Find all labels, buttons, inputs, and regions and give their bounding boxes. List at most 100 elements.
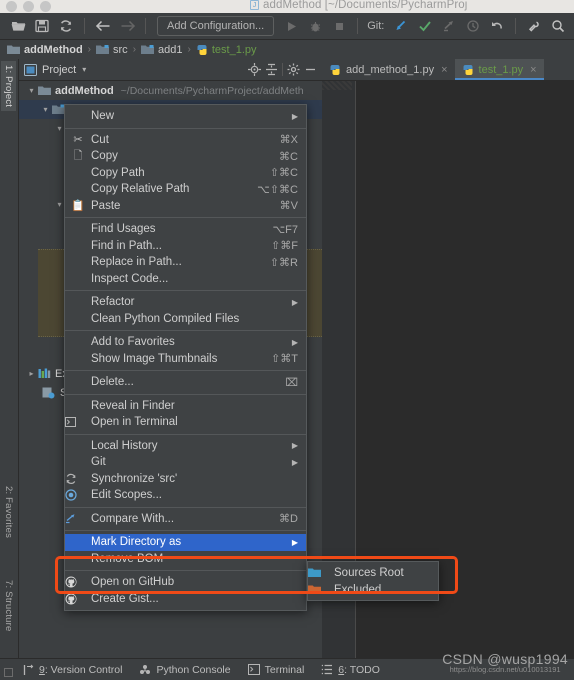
locate-icon[interactable] xyxy=(248,63,261,76)
project-icon: J xyxy=(250,0,259,10)
tree-row-addmethod[interactable]: ▾ addMethod ~/Documents/PycharmProject/a… xyxy=(19,81,322,100)
tab-add-method-1-py[interactable]: add_method_1.py × xyxy=(322,59,455,80)
menu-item-label: Inspect Code... xyxy=(91,272,169,285)
save-all-icon[interactable] xyxy=(31,15,53,37)
status-item-text: : TODO xyxy=(344,663,380,676)
context-menu: New ▶ ✂ Cut ⌘X 🗋 Copy ⌘C Copy Path ⇧⌘C C… xyxy=(64,104,307,611)
menu-item-new[interactable]: New ▶ xyxy=(65,108,306,125)
zoom-window-button[interactable] xyxy=(40,1,51,12)
menu-item-clean-python-compiled-files[interactable]: Clean Python Compiled Files xyxy=(65,311,306,328)
git-commit-icon[interactable] xyxy=(414,15,436,37)
close-window-button[interactable] xyxy=(6,1,17,12)
menu-item-cut[interactable]: ✂ Cut ⌘X xyxy=(65,132,306,149)
stop-icon[interactable] xyxy=(328,15,350,37)
debug-icon[interactable] xyxy=(304,15,326,37)
menu-item-synchronize-src[interactable]: Synchronize 'src' xyxy=(65,471,306,488)
copy-icon: 🗋 xyxy=(73,149,83,162)
menu-item-create-gist[interactable]: Create Gist... xyxy=(65,591,306,608)
menu-item-accelerator: ⌘V xyxy=(279,200,298,213)
chevron-right-icon[interactable]: ▸ xyxy=(25,369,38,378)
menu-item-remove-bom[interactable]: Remove BOM xyxy=(65,551,306,568)
menu-item-label: Clean Python Compiled Files xyxy=(91,312,240,325)
minimize-icon[interactable] xyxy=(304,63,317,76)
menu-item-label: Copy Path xyxy=(91,166,145,179)
chevron-down-icon[interactable]: ▾ xyxy=(39,105,52,114)
menu-item-add-to-favorites[interactable]: Add to Favorites ▶ xyxy=(65,334,306,351)
menu-item-mark-directory-as[interactable]: Mark Directory as ▶ xyxy=(65,534,306,551)
breadcrumb-item-test-1-py[interactable]: test_1.py xyxy=(196,44,257,56)
synchronize-icon[interactable] xyxy=(55,15,77,37)
run-icon[interactable] xyxy=(280,15,302,37)
menu-item-label: Create Gist... xyxy=(91,592,159,605)
run-configuration-selector[interactable]: Add Configuration... xyxy=(157,16,275,36)
sidebar-item-favorites[interactable]: 2: Favorites xyxy=(1,482,16,542)
git-update-icon[interactable] xyxy=(390,15,412,37)
back-icon[interactable] xyxy=(92,15,114,37)
chevron-down-icon[interactable]: ▾ xyxy=(82,65,86,74)
menu-item-edit-scopes[interactable]: Edit Scopes... xyxy=(65,487,306,504)
github-icon xyxy=(65,576,91,588)
menu-item-accelerator: ⌥F7 xyxy=(272,223,298,236)
status-item-version-control[interactable]: 9: Version Control xyxy=(22,664,122,676)
menu-item-delete[interactable]: Delete... ⌧ xyxy=(65,374,306,391)
project-view-icon xyxy=(24,63,37,76)
breadcrumb-item-add1[interactable]: add1 xyxy=(141,44,183,56)
menu-item-reveal-in-finder[interactable]: Reveal in Finder xyxy=(65,398,306,415)
submenu-item-excluded[interactable]: Excluded xyxy=(308,581,438,598)
menu-item-accelerator: ⌘X xyxy=(279,134,298,147)
tab-test-1-py[interactable]: test_1.py × xyxy=(454,59,544,80)
breadcrumb-label: addMethod xyxy=(24,43,83,56)
git-push-icon[interactable] xyxy=(438,15,460,37)
close-icon[interactable]: × xyxy=(441,64,447,76)
window-traffic-lights[interactable] xyxy=(6,1,51,12)
menu-item-find-in-path[interactable]: Find in Path... ⇧⌘F xyxy=(65,238,306,255)
git-label: Git: xyxy=(367,20,385,32)
git-rollback-icon[interactable] xyxy=(486,15,508,37)
menu-item-copy[interactable]: 🗋 Copy ⌘C xyxy=(65,148,306,165)
chevron-down-icon[interactable]: ▾ xyxy=(25,86,38,95)
forward-icon[interactable] xyxy=(116,15,138,37)
git-history-icon[interactable] xyxy=(462,15,484,37)
compare-icon xyxy=(65,513,91,524)
menu-item-label: Cut xyxy=(91,133,109,146)
open-project-icon[interactable] xyxy=(7,15,29,37)
collapse-all-icon[interactable] xyxy=(265,63,278,76)
menu-item-open-in-terminal[interactable]: Open in Terminal xyxy=(65,414,306,431)
breadcrumb-item-src[interactable]: src xyxy=(96,44,128,56)
gear-icon[interactable] xyxy=(287,63,300,76)
menu-item-copy-relative-path[interactable]: Copy Relative Path ⌥⇧⌘C xyxy=(65,181,306,198)
project-panel-actions xyxy=(248,63,317,76)
menu-item-show-image-thumbnails[interactable]: Show Image Thumbnails ⇧⌘T xyxy=(65,351,306,368)
python-file-icon xyxy=(463,64,473,75)
resize-handle[interactable] xyxy=(4,668,13,677)
menu-item-find-usages[interactable]: Find Usages ⌥F7 xyxy=(65,221,306,238)
menu-item-label: Delete... xyxy=(91,376,134,389)
sources-root-folder-icon xyxy=(308,567,334,578)
status-item-todo[interactable]: 6: TODO xyxy=(321,664,380,676)
breadcrumb-item-addmethod[interactable]: addMethod xyxy=(7,44,83,56)
menu-item-open-on-github[interactable]: Open on GitHub xyxy=(65,574,306,591)
sync-icon xyxy=(65,473,91,485)
menu-item-compare-with[interactable]: Compare With... ⌘D xyxy=(65,511,306,528)
status-item-terminal[interactable]: Terminal xyxy=(247,664,304,676)
menu-item-local-history[interactable]: Local History ▶ xyxy=(65,438,306,455)
python-file-icon xyxy=(197,44,207,55)
menu-item-git[interactable]: Git ▶ xyxy=(65,454,306,471)
search-icon[interactable] xyxy=(547,15,569,37)
menu-item-paste[interactable]: 📋 Paste ⌘V xyxy=(65,198,306,215)
sidebar-item-label: 1: Project xyxy=(3,65,14,108)
status-item-python-console[interactable]: Python Console xyxy=(139,664,231,676)
minimize-window-button[interactable] xyxy=(23,1,34,12)
submenu-item-sources-root[interactable]: Sources Root xyxy=(308,564,438,581)
menu-item-replace-in-path[interactable]: Replace in Path... ⇧⌘R xyxy=(65,254,306,271)
sidebar-item-project[interactable]: 1: Project xyxy=(1,61,16,112)
chevron-right-icon: ▶ xyxy=(291,297,298,307)
close-icon[interactable]: × xyxy=(530,64,536,76)
menu-item-refactor[interactable]: Refactor ▶ xyxy=(65,294,306,311)
menu-item-inspect-code[interactable]: Inspect Code... xyxy=(65,271,306,288)
sidebar-item-structure[interactable]: 7: Structure xyxy=(1,576,16,636)
terminal-icon xyxy=(247,664,260,675)
menu-item-copy-path[interactable]: Copy Path ⇧⌘C xyxy=(65,165,306,182)
tree-row-label: addMethod xyxy=(55,84,114,97)
gear-icon[interactable] xyxy=(523,15,545,37)
